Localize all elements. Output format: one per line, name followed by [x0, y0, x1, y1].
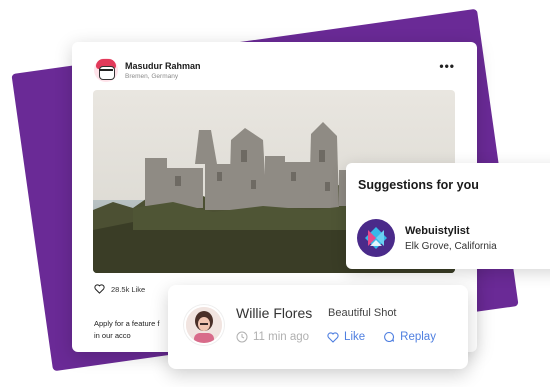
post-header: Masudur Rahman Bremen, Germany: [94, 56, 201, 84]
like-label: Like: [344, 331, 366, 343]
comment-bubble-icon: [384, 331, 395, 343]
clock-icon: [236, 331, 248, 343]
comment-time: 11 min ago: [236, 331, 309, 343]
post-caption: Apply for a feature f in our acco: [94, 318, 174, 342]
author-name[interactable]: Masudur Rahman: [125, 61, 201, 71]
scene: Masudur Rahman Bremen, Germany ••• 28.5k…: [0, 0, 550, 387]
webuistylist-logo-icon[interactable]: [357, 219, 395, 257]
suggested-account-name[interactable]: Webuistylist: [405, 225, 470, 237]
comment-text: Beautiful Shot: [328, 307, 397, 319]
suggestions-card: Suggestions for you Webuistylist Elk Gro…: [346, 163, 550, 269]
comment-time-text: 11 min ago: [253, 331, 310, 343]
likes-count: 28.5k Like: [111, 284, 146, 294]
caption-line-2: in our acco: [94, 331, 131, 340]
commenter-name[interactable]: Willie Flores: [236, 305, 312, 321]
suggestions-title: Suggestions for you: [358, 178, 479, 192]
caption-line-1: Apply for a feature f: [94, 319, 160, 328]
heart-icon[interactable]: [94, 284, 105, 294]
commenter-avatar[interactable]: [184, 305, 224, 345]
likes-row[interactable]: 28.5k Like: [94, 284, 145, 294]
suggested-account-location: Elk Grove, California: [405, 241, 497, 252]
author-avatar[interactable]: [94, 58, 118, 82]
reply-button[interactable]: Replay: [383, 331, 436, 343]
author-info: Masudur Rahman Bremen, Germany: [125, 61, 201, 80]
author-location: Bremen, Germany: [125, 72, 179, 80]
comment-meta: 11 min ago Like Replay: [236, 331, 454, 343]
comment-card: Willie Flores Beautiful Shot 11 min ago …: [168, 285, 468, 369]
reply-label: Replay: [400, 331, 436, 343]
like-button[interactable]: Like: [327, 331, 365, 343]
heart-icon: [327, 331, 339, 343]
more-horizontal-icon[interactable]: •••: [439, 60, 455, 72]
